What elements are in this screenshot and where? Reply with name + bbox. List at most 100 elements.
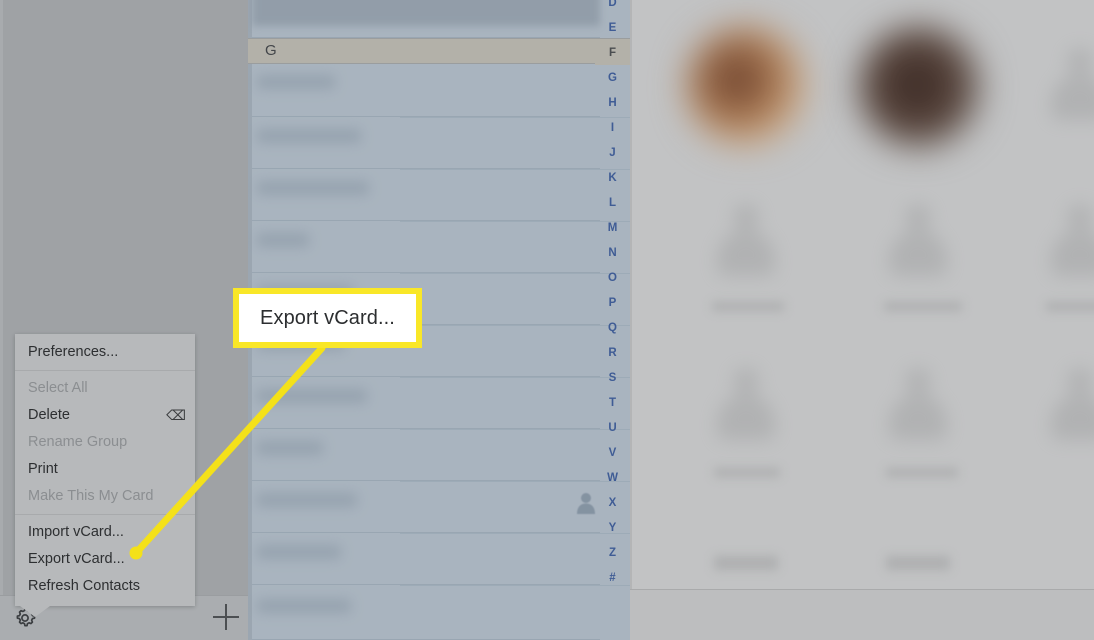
plus-icon-vertical (225, 604, 227, 630)
alpha-index-w[interactable]: W (595, 466, 630, 490)
contact-card[interactable] (668, 520, 848, 590)
contact-name-blurred (886, 556, 950, 570)
placeholder-body (1051, 394, 1094, 440)
alpha-index-v[interactable]: V (595, 441, 630, 465)
callout-label: Export vCard... (260, 306, 395, 329)
contact-card[interactable] (840, 190, 1020, 350)
table-row[interactable] (252, 481, 600, 533)
placeholder-head (1067, 204, 1093, 230)
alpha-index-y[interactable]: Y (595, 516, 630, 540)
person-icon-svg (577, 493, 595, 514)
menu-item-label: Export vCard... (28, 551, 125, 567)
alpha-index-t[interactable]: T (595, 391, 630, 415)
contact-name-blurred (1046, 302, 1094, 311)
alpha-index-d[interactable]: D (595, 0, 630, 15)
table-row[interactable] (252, 65, 600, 117)
menu-item-label: Delete (28, 407, 70, 423)
avatar-placeholder (878, 204, 958, 284)
contact-card[interactable] (1012, 190, 1094, 350)
alpha-index-o[interactable]: O (595, 266, 630, 290)
contact-card[interactable] (1012, 350, 1094, 510)
section-header-letter: G (265, 42, 277, 59)
menu-item-refresh-contacts[interactable]: Refresh Contacts (15, 573, 195, 600)
menu-item-preferences[interactable]: Preferences... (15, 339, 195, 366)
alpha-index-j[interactable]: J (595, 141, 630, 165)
alpha-index-h[interactable]: H (595, 91, 630, 115)
avatar (686, 26, 806, 146)
contact-name-blurred (884, 302, 962, 311)
avatar-placeholder (1040, 48, 1094, 128)
menu-item-print[interactable]: Print (15, 456, 195, 483)
contact-name-blurred (257, 233, 309, 247)
menu-item-label: Rename Group (28, 434, 128, 450)
placeholder-head (1067, 48, 1093, 74)
avatar (858, 26, 980, 148)
alpha-index-s[interactable]: S (595, 366, 630, 390)
menu-item-label: Print (28, 461, 58, 477)
callout-box: Export vCard... (233, 288, 422, 348)
menu-item-select-all[interactable]: Select All (15, 375, 195, 402)
table-row[interactable] (252, 169, 600, 221)
placeholder-body (889, 394, 947, 440)
menu-item-delete[interactable]: Delete ⌫ (15, 402, 195, 429)
menu-item-make-this-my-card[interactable]: Make This My Card (15, 483, 195, 510)
alpha-index-z[interactable]: Z (595, 541, 630, 565)
add-contact-button[interactable] (213, 604, 239, 630)
contact-card[interactable] (668, 190, 848, 350)
avatar-placeholder (878, 368, 958, 448)
contact-cards-pane[interactable] (630, 0, 1094, 640)
alpha-index-f[interactable]: F (595, 41, 630, 65)
contact-name-blurred (712, 302, 784, 311)
menu-item-export-vcard[interactable]: Export vCard... (15, 546, 195, 573)
alpha-index-r[interactable]: R (595, 341, 630, 365)
alpha-index-q[interactable]: Q (595, 316, 630, 340)
alpha-index-n[interactable]: N (595, 241, 630, 265)
contact-name-blurred (257, 441, 323, 455)
avatar-placeholder (706, 368, 786, 448)
menu-item-label: Import vCard... (28, 524, 124, 540)
menu-item-label: Preferences... (28, 344, 119, 360)
menu-separator (15, 514, 195, 515)
contact-card[interactable] (840, 8, 1020, 188)
menu-item-rename-group[interactable]: Rename Group (15, 429, 195, 456)
placeholder-head (905, 204, 931, 230)
placeholder-body (889, 230, 947, 276)
contact-card[interactable] (1012, 8, 1094, 188)
table-row[interactable] (252, 429, 600, 481)
table-row[interactable] (252, 0, 600, 38)
table-row[interactable] (252, 221, 600, 273)
cards-pane-footer (630, 590, 1094, 640)
alpha-index-k[interactable]: K (595, 166, 630, 190)
menu-item-import-vcard[interactable]: Import vCard... (15, 519, 195, 546)
alpha-index-u[interactable]: U (595, 416, 630, 440)
avatar-placeholder (1040, 368, 1094, 448)
cards-pane-edge (630, 0, 632, 640)
alpha-index-x[interactable]: X (595, 491, 630, 515)
placeholder-head (1067, 368, 1093, 394)
alpha-index-p[interactable]: P (595, 291, 630, 315)
contact-card[interactable] (668, 350, 848, 510)
table-row[interactable] (252, 533, 600, 585)
sidebar-edge-highlight (0, 0, 3, 640)
alpha-index-i[interactable]: I (595, 116, 630, 140)
table-row[interactable] (252, 377, 600, 429)
contact-card[interactable] (840, 350, 1020, 510)
contact-name-blurred (257, 545, 341, 559)
alpha-index-hash[interactable]: # (595, 566, 630, 590)
placeholder-body (1051, 74, 1094, 120)
alphabet-index[interactable]: D E F G H I J K L M N O P Q R S T U V W X Y Z # (595, 0, 630, 640)
contact-name-blurred (257, 389, 367, 403)
alpha-index-e[interactable]: E (595, 16, 630, 40)
contacts-window: Preferences... Select All Delete ⌫ Renam… (0, 0, 1094, 640)
table-row[interactable] (252, 117, 600, 169)
contact-card[interactable] (668, 8, 848, 188)
settings-context-menu[interactable]: Preferences... Select All Delete ⌫ Renam… (15, 334, 195, 617)
table-row[interactable] (252, 585, 600, 640)
alpha-index-l[interactable]: L (595, 191, 630, 215)
placeholder-head (733, 204, 759, 230)
placeholder-body (717, 230, 775, 276)
contact-card[interactable] (840, 520, 1020, 590)
alpha-index-m[interactable]: M (595, 216, 630, 240)
contact-name-blurred (714, 468, 780, 477)
alpha-index-g[interactable]: G (595, 66, 630, 90)
